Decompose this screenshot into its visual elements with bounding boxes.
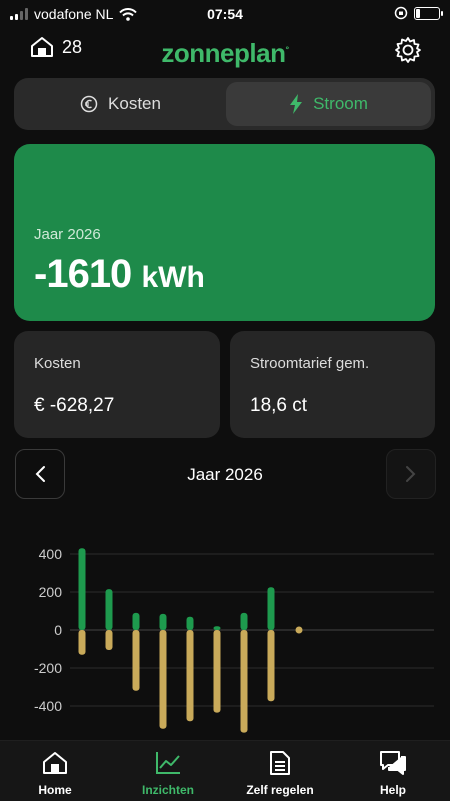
status-bar: vodafone NL 07:54 (0, 0, 450, 28)
tab-kosten-label: Kosten (108, 94, 161, 113)
bar-consumption[interactable] (78, 630, 86, 655)
y-tick-label: -200 (34, 660, 62, 676)
tab-home[interactable]: Home (10, 749, 100, 797)
next-period-button[interactable] (386, 449, 436, 499)
bar-production[interactable] (132, 612, 140, 630)
tab-inzichten-label: Inzichten (141, 783, 194, 797)
zonneplan-logo: zonneplan° (161, 38, 289, 68)
y-tick-label: -400 (34, 698, 62, 714)
bar-production[interactable] (159, 613, 167, 630)
tab-help-label: Help (379, 783, 406, 797)
bar-production[interactable] (186, 616, 194, 630)
bar-consumption[interactable] (105, 630, 113, 650)
tarief-card: Stroomtarief gem. 18,6 ct (230, 331, 435, 438)
summary-value: -1610 kWh (34, 252, 205, 297)
tab-inzichten[interactable]: Inzichten (123, 749, 213, 797)
y-tick-label: 0 (54, 622, 62, 638)
line-chart-icon (156, 752, 180, 774)
battery-icon (414, 6, 443, 20)
summary-unit: kWh (141, 261, 205, 294)
orientation-lock-icon (394, 6, 408, 20)
tab-zelf-regelen[interactable]: Zelf regelen (235, 749, 325, 797)
kosten-card-label: Kosten (34, 355, 81, 372)
bar-zero-marker (295, 626, 303, 634)
kosten-card: Kosten € -628,27 (14, 331, 220, 438)
summary-card: Jaar 2026 -1610 kWh (14, 144, 435, 321)
period-title: Jaar 2026 (187, 465, 263, 484)
bar-production[interactable] (240, 612, 248, 630)
tab-help[interactable]: Help (348, 749, 438, 797)
tab-stroom[interactable]: Stroom (226, 82, 431, 126)
home-icon (43, 752, 67, 774)
tab-kosten[interactable]: Kosten (18, 82, 223, 126)
bar-consumption[interactable] (213, 630, 221, 713)
gear-icon (395, 37, 421, 63)
summary-period: Jaar 2026 (34, 226, 101, 243)
bar-consumption[interactable] (186, 630, 194, 722)
chat-bubbles-icon (380, 751, 406, 775)
bottom-tab-bar: Home Inzichten Zelf regelen Help (0, 740, 450, 801)
clock: 07:54 (207, 6, 243, 22)
energy-bar-chart: 400 200 0 -200 -400 (34, 546, 434, 733)
lightning-icon (290, 94, 303, 114)
bar-production[interactable] (78, 548, 86, 630)
y-tick-label: 200 (39, 584, 63, 600)
bar-production[interactable] (267, 587, 275, 630)
document-icon (270, 751, 290, 775)
kosten-stroom-toggle: Kosten Stroom (14, 78, 435, 130)
bar-consumption[interactable] (240, 630, 248, 733)
kosten-card-value: € -628,27 (34, 395, 115, 416)
tarief-card-value: 18,6 ct (250, 395, 308, 416)
settings-button[interactable] (394, 36, 422, 69)
tab-zelf-regelen-label: Zelf regelen (246, 783, 314, 797)
app-header: 28 zonneplan° (0, 30, 450, 72)
euro-coin-icon (80, 95, 98, 113)
bar-consumption[interactable] (159, 630, 167, 729)
bar-production[interactable] (105, 589, 113, 630)
chevron-right-icon (406, 466, 416, 482)
tab-stroom-label: Stroom (313, 94, 368, 113)
tarief-card-label: Stroomtarief gem. (250, 355, 370, 372)
bar-production[interactable] (213, 626, 221, 630)
bar-consumption[interactable] (267, 630, 275, 702)
summary-number: -1610 (34, 252, 132, 296)
bar-consumption[interactable] (132, 630, 140, 691)
tab-home-label: Home (38, 783, 72, 797)
y-tick-label: 400 (39, 546, 63, 562)
